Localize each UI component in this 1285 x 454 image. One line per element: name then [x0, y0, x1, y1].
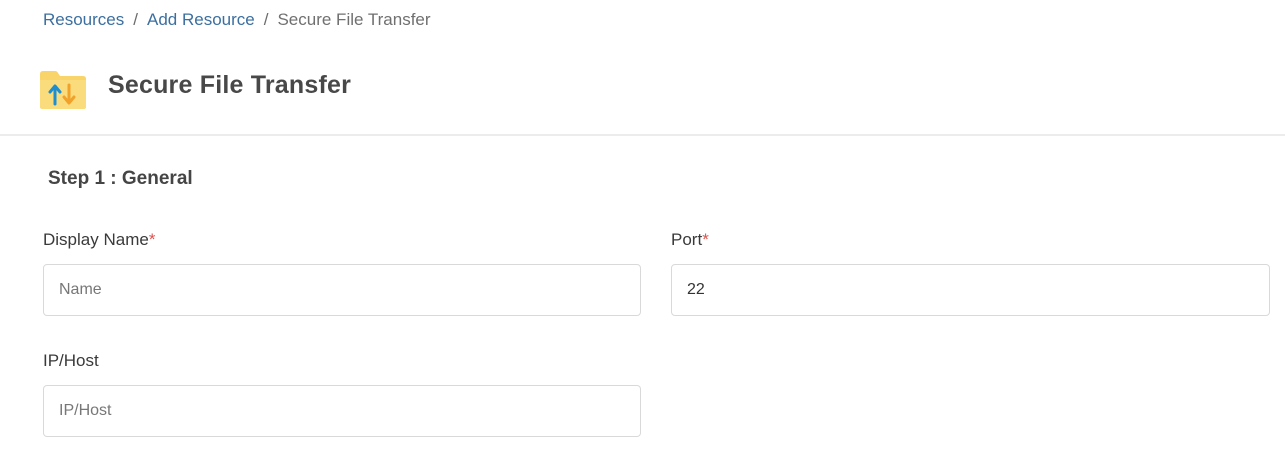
port-input[interactable]: [671, 264, 1270, 316]
folder-transfer-icon: [40, 71, 86, 109]
ip-host-input[interactable]: [43, 385, 641, 437]
required-marker: *: [702, 230, 709, 249]
breadcrumb-resources-link[interactable]: Resources: [43, 10, 124, 30]
breadcrumb-add-resource-link[interactable]: Add Resource: [147, 10, 255, 30]
step-title: Step 1 : General: [48, 168, 193, 189]
breadcrumb-separator: /: [133, 10, 138, 29]
port-label: Port*: [671, 230, 709, 250]
required-marker: *: [148, 230, 156, 249]
page-title: Secure File Transfer: [108, 71, 352, 99]
display-name-label: Display Name*: [43, 230, 155, 250]
port-label-text: Port: [671, 230, 703, 249]
display-name-label-text: Display Name: [43, 230, 149, 249]
ip-host-label: IP/Host: [43, 351, 99, 371]
breadcrumb-current: Secure File Transfer: [277, 10, 431, 29]
ip-host-label-text: IP/Host: [43, 351, 99, 370]
breadcrumb-separator: /: [263, 10, 269, 29]
display-name-input[interactable]: [43, 264, 641, 316]
breadcrumb: Resources / Add Resource / Secure File T…: [43, 10, 431, 30]
page-header: Secure File Transfer: [0, 60, 1285, 136]
